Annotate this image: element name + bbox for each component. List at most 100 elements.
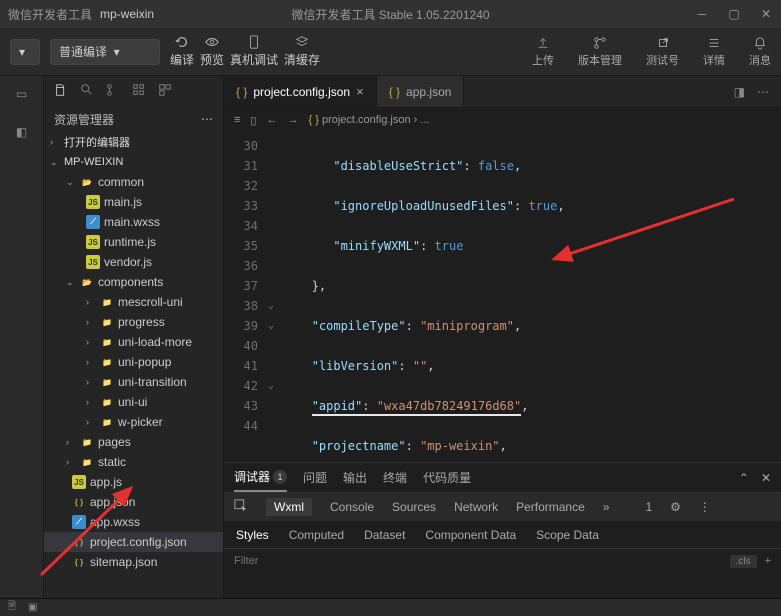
more-icon[interactable]: ⋯: [201, 112, 213, 126]
opened-editors-section[interactable]: ›打开的编辑器: [44, 132, 223, 152]
search-icon[interactable]: [80, 83, 94, 100]
json-icon: { }: [389, 85, 400, 99]
component-data-tab[interactable]: Component Data: [425, 528, 516, 542]
messages-button[interactable]: 消息: [749, 36, 771, 68]
view-mode-dropdown[interactable]: ▾: [10, 39, 40, 65]
go-forward-icon[interactable]: →: [287, 114, 298, 126]
folder-mescroll-uni[interactable]: ›📁mescroll-uni: [44, 292, 223, 312]
maximize-button[interactable]: ▢: [727, 7, 741, 21]
editor-area: { } project.config.json × { } app.json ◨…: [224, 76, 781, 598]
close-tab-icon[interactable]: ×: [356, 84, 364, 99]
compile-mode-dropdown[interactable]: 普通编译 ▾: [50, 39, 160, 65]
preview-button[interactable]: 预览: [200, 35, 224, 68]
folder-uni-load-more[interactable]: ›📁uni-load-more: [44, 332, 223, 352]
folder-uni-popup[interactable]: ›📁uni-popup: [44, 352, 223, 372]
close-button[interactable]: ✕: [759, 7, 773, 21]
branch-icon: [592, 36, 608, 50]
bookmark-icon[interactable]: ▯: [250, 114, 256, 127]
titlebar: 微信开发者工具 mp-weixin 微信开发者工具 Stable 1.05.22…: [0, 0, 781, 28]
problems-tab[interactable]: 问题: [303, 469, 327, 486]
code-content[interactable]: "disableUseStrict": false, "ignoreUpload…: [284, 132, 781, 462]
tab-app-json[interactable]: { } app.json: [377, 76, 465, 107]
details-button[interactable]: 详情: [703, 36, 725, 68]
split-horizontal-icon[interactable]: ◨: [734, 85, 745, 99]
add-style-icon[interactable]: +: [765, 555, 771, 567]
phone-icon: [246, 35, 262, 49]
upload-button[interactable]: 上传: [532, 36, 554, 68]
folder-w-picker[interactable]: ›📁w-picker: [44, 412, 223, 432]
fold-icon[interactable]: ⌄: [268, 316, 284, 336]
fold-icon[interactable]: ⌄: [268, 296, 284, 316]
file-main-js[interactable]: JSmain.js: [44, 192, 223, 212]
folder-progress[interactable]: ›📁progress: [44, 312, 223, 332]
folder-static[interactable]: ›📁static: [44, 452, 223, 472]
folder-pages[interactable]: ›📁pages: [44, 432, 223, 452]
project-root[interactable]: ⌄MP-WEIXIN: [44, 152, 223, 172]
scm-icon[interactable]: [106, 83, 120, 100]
grid-icon[interactable]: [132, 83, 146, 100]
test-id-button[interactable]: 测试号: [646, 36, 679, 68]
inspect-icon[interactable]: [234, 499, 248, 516]
file-tree: ›打开的编辑器 ⌄MP-WEIXIN ⌄📂common JSmain.js ⟋m…: [44, 132, 223, 598]
devtools-panel: 调试器1 问题 输出 终端 代码质量 ⌃ ✕ Wxml Console Sour…: [224, 462, 781, 598]
compile-button[interactable]: 编译: [170, 35, 194, 68]
filter-input[interactable]: [234, 555, 730, 567]
cls-toggle[interactable]: .cls: [730, 555, 757, 568]
output-tab[interactable]: 输出: [343, 469, 367, 486]
code-editor[interactable]: 303132333435363738394041424344 ⌄⌄⌄ "disa…: [224, 132, 781, 462]
status-files-icon[interactable]: 🗎: [8, 599, 16, 616]
fold-icon[interactable]: ⌄: [268, 376, 284, 396]
folder-common[interactable]: ⌄📂common: [44, 172, 223, 192]
layers-icon: [294, 35, 310, 49]
file-runtime-js[interactable]: JSruntime.js: [44, 232, 223, 252]
devtools-settings-icon[interactable]: ⚙: [670, 500, 681, 514]
devtools-tabs: 调试器1 问题 输出 终端 代码质量 ⌃ ✕: [224, 463, 781, 493]
folder-uni-ui[interactable]: ›📁uni-ui: [44, 392, 223, 412]
version-mgmt-button[interactable]: 版本管理: [578, 36, 622, 68]
code-quality-tab[interactable]: 代码质量: [423, 469, 471, 486]
editor-view-icon[interactable]: ◧: [12, 122, 32, 142]
file-sitemap[interactable]: { }sitemap.json: [44, 552, 223, 572]
file-app-js[interactable]: JSapp.js: [44, 472, 223, 492]
terminal-tab[interactable]: 终端: [383, 469, 407, 486]
compile-mode-label: 普通编译: [59, 43, 107, 60]
file-main-wxss[interactable]: ⟋main.wxss: [44, 212, 223, 232]
file-app-json[interactable]: { }app.json: [44, 492, 223, 512]
explorer-header: 资源管理器 ⋯: [44, 106, 223, 132]
styles-tab[interactable]: Styles: [236, 528, 269, 542]
styles-tabs: Styles Computed Dataset Component Data S…: [224, 521, 781, 549]
more-subtabs[interactable]: »: [603, 500, 610, 514]
file-app-wxss[interactable]: ⟋app.wxss: [44, 512, 223, 532]
more-actions-icon[interactable]: ⋯: [757, 85, 769, 99]
file-project-config[interactable]: { }project.config.json: [44, 532, 223, 552]
folder-uni-transition[interactable]: ›📁uni-transition: [44, 372, 223, 392]
external-icon: [655, 36, 671, 50]
sources-subtab[interactable]: Sources: [392, 500, 436, 514]
console-subtab[interactable]: Console: [330, 500, 374, 514]
devtools-close-icon[interactable]: ✕: [761, 471, 771, 485]
status-terminal-icon[interactable]: ▣: [28, 602, 37, 613]
app-title: 微信开发者工具: [8, 6, 92, 23]
performance-subtab[interactable]: Performance: [516, 500, 585, 514]
minimize-button[interactable]: ─: [695, 7, 709, 21]
breadcrumb-path[interactable]: { } project.config.json › ...: [308, 114, 429, 126]
file-vendor-js[interactable]: JSvendor.js: [44, 252, 223, 272]
debugger-tab[interactable]: 调试器1: [234, 463, 287, 492]
simulator-view-icon[interactable]: ▭: [12, 84, 32, 104]
menu-icon[interactable]: ≡: [234, 114, 240, 126]
tab-project-config[interactable]: { } project.config.json ×: [224, 76, 377, 107]
folder-components[interactable]: ⌄📂components: [44, 272, 223, 292]
dataset-tab[interactable]: Dataset: [364, 528, 405, 542]
devtools-kebab-icon[interactable]: ⋮: [699, 500, 711, 514]
extensions-icon[interactable]: [158, 83, 172, 100]
network-subtab[interactable]: Network: [454, 500, 498, 514]
chevron-up-icon[interactable]: ⌃: [739, 471, 749, 485]
go-back-icon[interactable]: ←: [266, 114, 277, 126]
remote-debug-button[interactable]: 真机调试: [230, 35, 278, 68]
error-count-badge[interactable]: 1: [645, 500, 652, 514]
scope-data-tab[interactable]: Scope Data: [536, 528, 599, 542]
computed-tab[interactable]: Computed: [289, 528, 344, 542]
clear-cache-button[interactable]: 清缓存: [284, 35, 320, 68]
files-icon[interactable]: [54, 83, 68, 100]
wxml-subtab[interactable]: Wxml: [266, 498, 312, 516]
